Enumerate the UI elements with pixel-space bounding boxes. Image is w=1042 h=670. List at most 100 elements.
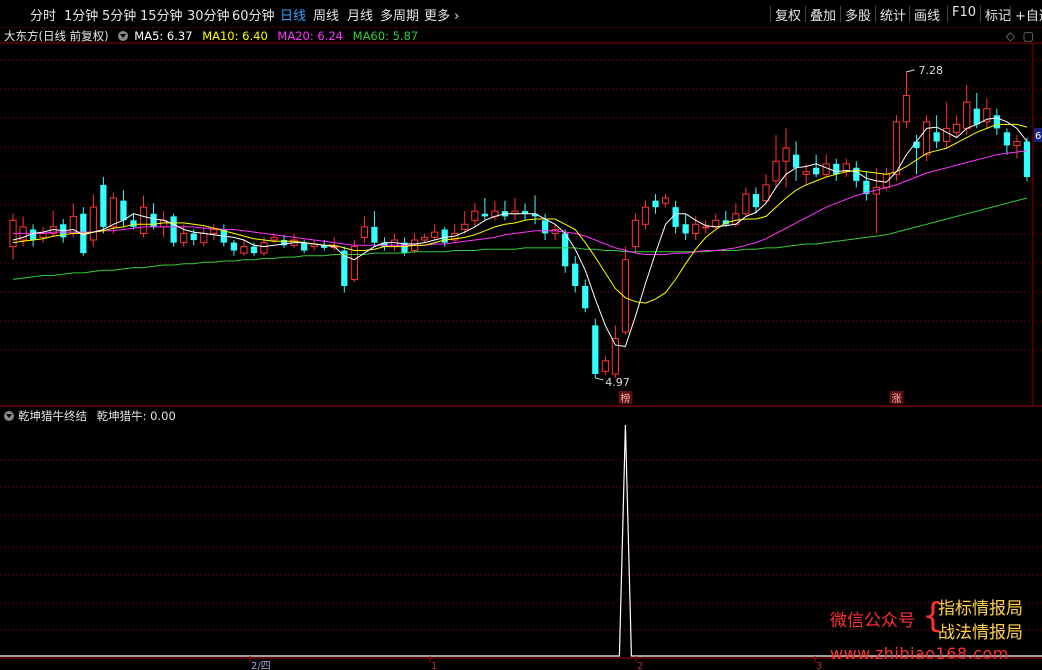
toolbar-button-0[interactable]: 复权: [775, 5, 801, 24]
candle-body-up: [601, 360, 609, 372]
ma20-label: MA20: 6.24: [277, 29, 343, 43]
badge-zhang: 涨: [891, 393, 901, 405]
candle-body-up: [772, 160, 780, 182]
period-tab-4[interactable]: 30分钟: [187, 5, 230, 24]
candle-body-down: [582, 285, 589, 309]
period-tab-3[interactable]: 15分钟: [140, 5, 183, 24]
candle-body-down: [562, 233, 569, 267]
period-tab-5[interactable]: 60分钟: [232, 5, 275, 24]
period-tab-6[interactable]: 日线: [280, 5, 306, 24]
candle-body-down: [682, 224, 689, 234]
toolbar-separator: [909, 6, 910, 22]
toolbar-separator: [875, 6, 876, 22]
high-label: 7.28: [919, 64, 944, 77]
period-tab-1[interactable]: 1分钟: [64, 5, 98, 24]
period-tab-2[interactable]: 5分钟: [102, 5, 136, 24]
period-toolbar: 分时 1分钟 5分钟 15分钟 30分钟 60分钟 日线 周线 月线 多周期 更多 › 复权 叠加 多股统…: [0, 0, 1042, 28]
candle-body-up: [963, 101, 971, 129]
period-tab-10[interactable]: 更多 ›: [424, 5, 459, 24]
candle-body-up: [180, 232, 188, 244]
candle-body-down: [301, 242, 308, 251]
candle-body-up: [943, 127, 951, 143]
period-tab-7[interactable]: 周线: [313, 5, 339, 24]
period-tab-9[interactable]: 多周期: [380, 5, 419, 24]
indicator-header: 乾坤猎牛终结 乾坤猎牛: 0.00: [4, 408, 176, 424]
candle-body-down: [100, 184, 107, 227]
candle-body-up: [611, 338, 619, 375]
candle-body-down: [592, 325, 599, 374]
ma5-line: [12, 117, 1028, 347]
candle-body-down: [481, 213, 488, 217]
toolbar-button-7[interactable]: +自选: [1015, 5, 1042, 24]
ma10-label: MA10: 6.40: [202, 29, 268, 43]
candle-body-up: [240, 246, 248, 254]
toolbar-button-4[interactable]: 画线: [914, 5, 940, 24]
toolbar-separator: [840, 6, 841, 22]
toolbar-separator: [980, 6, 981, 22]
watermark-label: 微信公众号: [830, 611, 915, 631]
candle-body-down: [541, 220, 549, 234]
high-marker: [906, 69, 915, 73]
settings-dropdown-icon[interactable]: [118, 31, 129, 41]
candle-body-up: [471, 210, 479, 221]
candle-body-up: [270, 236, 278, 241]
chart-corner-icons: ◇ ▢: [1006, 29, 1034, 43]
candle-body-up: [953, 123, 961, 133]
candle-body-down: [1023, 141, 1031, 177]
xaxis-label: 1: [431, 661, 437, 670]
candle-body-down: [170, 216, 177, 243]
candle-body-up: [360, 226, 369, 238]
candle-body-down: [993, 115, 1000, 129]
candle-body-down: [230, 242, 237, 251]
low-marker: [595, 377, 604, 381]
candle-body-up: [139, 206, 148, 234]
period-tab-0[interactable]: 分时: [30, 5, 56, 24]
candle-body-up: [421, 236, 429, 241]
candle-body-down: [792, 154, 800, 168]
ma60-line: [12, 197, 1028, 280]
candle-body-down: [150, 213, 157, 227]
diamond-icon[interactable]: ◇: [1006, 29, 1015, 43]
xaxis-label: 3: [816, 661, 822, 670]
period-tab-8[interactable]: 月线: [347, 5, 373, 24]
candle-body-up: [922, 121, 931, 156]
candle-body-up: [1013, 141, 1021, 146]
xaxis-label: 2: [637, 661, 643, 670]
candle-body-up: [762, 184, 770, 202]
candle-body-up: [892, 121, 901, 175]
candle-body-up: [210, 229, 218, 234]
stock-title: 大东方(日线 前复权): [4, 29, 109, 43]
ma5-label: MA5: 6.37: [134, 29, 193, 43]
candle-body-down: [572, 263, 579, 286]
candle-body-down: [120, 200, 127, 221]
watermark-line1: 指标情报局: [938, 599, 1023, 619]
watermark: 微信公众号 { 指标情报局 战法情报局 www.zhibiao168.com: [830, 594, 1040, 670]
toolbar-button-5[interactable]: F10: [952, 5, 976, 20]
candle-body-up: [712, 219, 720, 228]
toolbar-separator: [1010, 6, 1011, 22]
toolbar-button-6[interactable]: 标记: [985, 5, 1011, 24]
toolbar-button-1[interactable]: 叠加: [810, 5, 836, 24]
ma60-label: MA60: 5.87: [352, 29, 419, 43]
toolbar-button-2[interactable]: 多股: [845, 5, 871, 24]
candle-body-down: [813, 167, 820, 175]
toolbar-button-3[interactable]: 统计: [880, 5, 906, 24]
price-tag: 6: [1035, 131, 1041, 142]
xaxis-label: 2/四: [251, 661, 271, 670]
candle-body-down: [130, 220, 137, 227]
ma20-line: [13, 150, 1028, 255]
chart-canvas: 7.28 4.97 榜 涨 6 2/四 1 2 3: [0, 42, 1042, 670]
indicator-title: 乾坤猎牛终结: [18, 409, 87, 423]
candle-body-down: [672, 207, 679, 227]
window-icon[interactable]: ▢: [1023, 29, 1034, 43]
candle-body-up: [431, 231, 439, 238]
candle-body-up: [661, 197, 670, 204]
candle-body-up: [882, 173, 891, 188]
candle-body-down: [190, 233, 197, 241]
toolbar-separator: [770, 6, 771, 22]
indicator-dropdown-icon[interactable]: [4, 411, 14, 421]
candle-body-down: [833, 163, 840, 175]
candle-body-up: [109, 197, 118, 228]
candle-body-down: [752, 194, 760, 208]
candle-body-up: [782, 147, 790, 162]
